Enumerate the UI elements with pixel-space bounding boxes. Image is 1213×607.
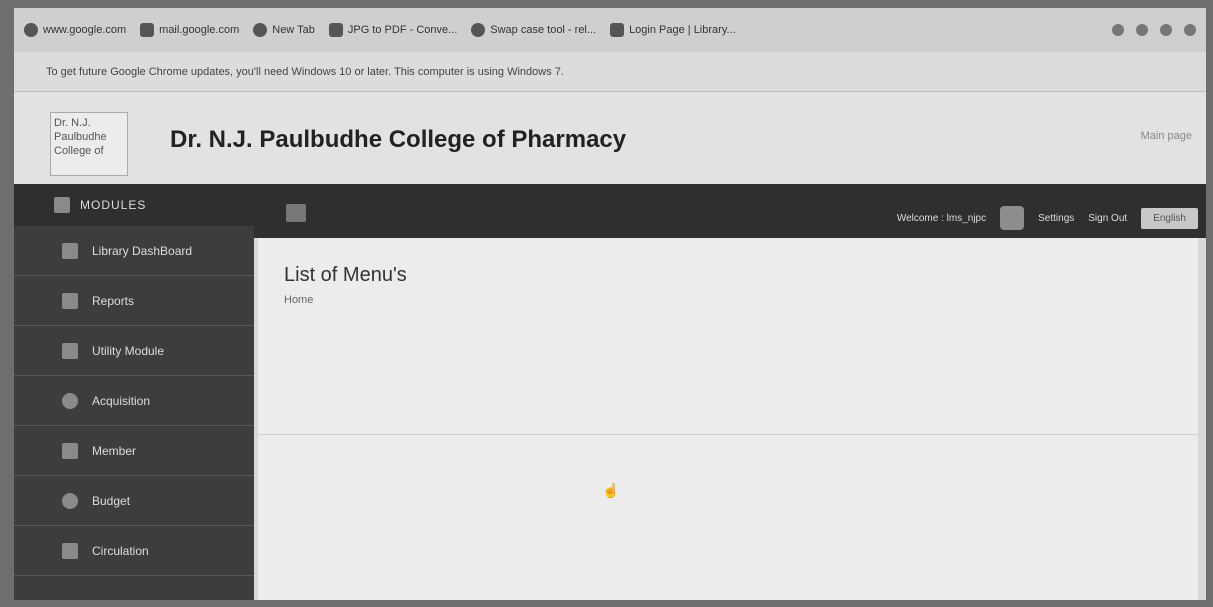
profile-icon[interactable]: [1184, 24, 1196, 36]
language-select[interactable]: English: [1141, 207, 1198, 229]
main-content: List of Menu's Home ☝: [258, 238, 1198, 600]
site-header: Dr. N.J. Paulbudhe College of Dr. N.J. P…: [14, 92, 1206, 185]
library-icon: [610, 23, 625, 37]
sidebar-item-label: Reports: [92, 293, 135, 308]
bookmark-new-tab[interactable]: New Tab: [253, 23, 315, 37]
breadcrumb[interactable]: Home: [284, 294, 313, 306]
bookmark-label: Login Page | Library...: [629, 24, 736, 36]
update-banner-text: To get future Google Chrome updates, you…: [46, 65, 564, 78]
sidebar-item-member[interactable]: Member: [14, 426, 254, 476]
welcome-text: Welcome : lms_njpc: [896, 212, 987, 224]
sidebar-heading-label: MODULES: [80, 198, 147, 212]
user-menu: Welcome : lms_njpc Settings Sign Out Eng…: [897, 206, 1198, 230]
modules-icon: [54, 197, 70, 213]
sidebar-item-reports[interactable]: Reports: [14, 276, 254, 326]
hand-cursor-icon: ☝: [602, 482, 620, 498]
bookmarks-bar: www.google.com mail.google.com New Tab J…: [14, 8, 1206, 52]
sidebar-item-circulation[interactable]: Circulation: [14, 526, 254, 576]
sidebar-item-acquisition[interactable]: Acquisition: [14, 376, 254, 426]
update-banner: To get future Google Chrome updates, you…: [14, 52, 1206, 92]
sidebar-item-label: Member: [92, 443, 137, 458]
sidebar-item-label: Budget: [92, 493, 131, 508]
top-navbar: Welcome : lms_njpc Settings Sign Out Eng…: [254, 184, 1206, 238]
sidebar-item-utility-module[interactable]: Utility Module: [14, 326, 254, 376]
bookmark-label: JPG to PDF - Conve...: [347, 24, 458, 36]
settings-link[interactable]: Settings: [1038, 213, 1074, 224]
menu-toggle-icon[interactable]: [286, 204, 306, 222]
sidebar-item-label: Acquisition: [92, 393, 151, 408]
bookmark-label: Swap case tool - rel...: [490, 24, 597, 36]
bookmark-label: www.google.com: [43, 24, 127, 36]
member-icon: [62, 442, 78, 459]
sidebar: MODULES Library DashBoard Reports Utilit…: [14, 184, 254, 600]
browser-screen: www.google.com mail.google.com New Tab J…: [14, 8, 1206, 600]
sidebar-item-library-dashboard[interactable]: Library DashBoard: [14, 226, 254, 276]
circulation-icon: [62, 542, 78, 559]
divider: [258, 434, 1198, 435]
avatar[interactable]: [1000, 206, 1025, 230]
sidebar-item-label: Utility Module: [92, 343, 165, 358]
converter-icon: [328, 23, 343, 37]
sidebar-item-label: Library DashBoard: [92, 243, 193, 258]
star-icon[interactable]: [1136, 24, 1148, 36]
gmail-icon: [140, 23, 155, 37]
share-icon[interactable]: [1112, 24, 1124, 36]
bookmark-jpg-to-pdf[interactable]: JPG to PDF - Conve...: [328, 23, 458, 37]
google-icon: [24, 23, 38, 37]
extensions-icon[interactable]: [1160, 24, 1172, 36]
toolbar-icons: [1112, 24, 1196, 36]
sign-out-link[interactable]: Sign Out: [1088, 213, 1127, 224]
reports-icon: [62, 292, 78, 309]
chrome-icon: [253, 23, 268, 37]
page-title: List of Menu's: [284, 264, 407, 286]
dashboard-icon: [62, 242, 78, 259]
acquisition-icon: [62, 392, 78, 409]
bookmark-library-login[interactable]: Login Page | Library...: [610, 23, 736, 37]
header-link[interactable]: Main page: [1141, 130, 1192, 142]
bookmark-label: mail.google.com: [159, 24, 240, 36]
sidebar-item-budget[interactable]: Budget: [14, 476, 254, 526]
bookmark-gmail[interactable]: mail.google.com: [140, 23, 239, 37]
bookmark-label: New Tab: [272, 24, 315, 36]
tool-icon: [471, 23, 486, 37]
sidebar-item-label: Circulation: [92, 543, 149, 558]
sidebar-heading: MODULES: [14, 184, 254, 226]
bookmark-swap-case[interactable]: Swap case tool - rel...: [471, 23, 596, 37]
bookmark-google[interactable]: www.google.com: [24, 23, 126, 37]
college-title: Dr. N.J. Paulbudhe College of Pharmacy: [170, 126, 627, 153]
utility-icon: [62, 342, 78, 359]
budget-icon: [62, 492, 78, 509]
college-logo: Dr. N.J. Paulbudhe College of: [50, 112, 128, 176]
